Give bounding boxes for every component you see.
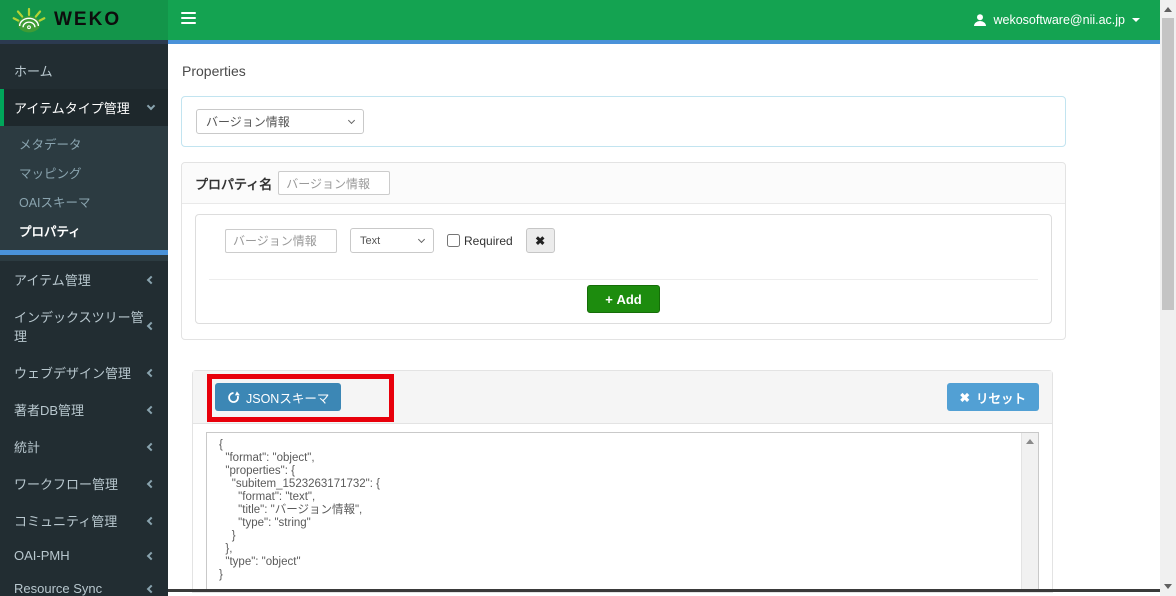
chevron-left-icon: [146, 275, 156, 284]
caret-down-icon: [1132, 18, 1140, 22]
scroll-up-arrow-icon: [1164, 7, 1172, 12]
json-schema-panel: JSONスキーマ ✖ リセット { "format": "object", "p…: [192, 370, 1053, 593]
sidebar-item-resource-sync[interactable]: Resource Sync: [0, 572, 168, 596]
brand-title: WEKO: [54, 9, 122, 30]
attribute-box: Text Required ✖ + Add: [195, 214, 1052, 324]
reset-button-label: リセット: [975, 391, 1026, 406]
header-divider-left: [0, 40, 168, 44]
sidebar-nav: ホーム アイテムタイプ管理 メタデータ マッピング OAIスキーマ プロパティ …: [0, 44, 168, 596]
active-indicator-bar: [0, 250, 168, 255]
editor-scrollbar[interactable]: [1021, 433, 1038, 591]
chevron-left-icon: [146, 321, 156, 331]
sidebar-item-workflow-admin[interactable]: ワークフロー管理: [0, 465, 168, 502]
add-button[interactable]: + Add: [587, 285, 660, 313]
user-icon: [973, 14, 986, 26]
required-checkbox[interactable]: [447, 234, 460, 247]
add-button-label: Add: [616, 292, 642, 307]
sidebar-item-statistics[interactable]: 統計: [0, 428, 168, 465]
required-label: Required: [464, 233, 513, 248]
chevron-left-icon: [146, 368, 156, 377]
sidebar-item-oai-pmh[interactable]: OAI-PMH: [0, 539, 168, 572]
sidebar-item-community-admin[interactable]: コミュニティ管理: [0, 502, 168, 539]
user-menu[interactable]: wekosoftware@nii.ac.jp: [973, 0, 1140, 40]
item-type-select[interactable]: バージョン情報: [196, 109, 364, 134]
attribute-name-input[interactable]: [225, 228, 337, 253]
json-schema-panel-header: JSONスキーマ ✖ リセット: [193, 371, 1052, 424]
chevron-left-icon: [146, 442, 156, 451]
add-row: + Add: [209, 280, 1038, 313]
x-icon: ✖: [959, 390, 970, 405]
json-schema-button-label: JSONスキーマ: [246, 391, 330, 406]
sidebar-item-authordb-admin[interactable]: 著者DB管理: [0, 391, 168, 428]
sidebar-item-itemtype-admin[interactable]: アイテムタイプ管理: [0, 89, 168, 126]
sidebar-subitem-mapping[interactable]: マッピング: [0, 158, 168, 187]
property-panel: プロパティ名 Text Required ✖: [181, 162, 1066, 340]
json-schema-panel-body: { "format": "object", "properties": { "s…: [193, 424, 1052, 592]
property-name-label: プロパティ名: [195, 176, 273, 192]
hamburger-menu-icon[interactable]: [181, 12, 196, 27]
item-type-panel: バージョン情報: [181, 96, 1066, 147]
page-scrollbar[interactable]: [1160, 0, 1176, 596]
item-type-select-value: バージョン情報: [206, 115, 290, 129]
chevron-down-icon: [347, 116, 356, 124]
header-divider-right: [168, 40, 1160, 44]
attribute-type-value: Text: [360, 234, 381, 247]
brand-logo[interactable]: WEKO: [0, 0, 168, 40]
sidebar-item-item-admin[interactable]: アイテム管理: [0, 261, 168, 298]
sidebar-subitem-oai-schema[interactable]: OAIスキーマ: [0, 187, 168, 216]
sidebar-item-webdesign-admin[interactable]: ウェブデザイン管理: [0, 354, 168, 391]
attribute-row: Text Required ✖: [209, 228, 1038, 253]
sidebar-subitem-metadata[interactable]: メタデータ: [0, 129, 168, 158]
required-option: Required: [447, 234, 513, 248]
chevron-left-icon: [146, 405, 156, 414]
sidebar-subitem-property[interactable]: プロパティ: [0, 216, 168, 245]
attribute-type-select[interactable]: Text: [350, 228, 434, 253]
chevron-left-icon: [146, 584, 156, 593]
reset-button[interactable]: ✖ リセット: [946, 383, 1039, 411]
plus-icon: +: [605, 292, 613, 307]
scrollbar-thumb[interactable]: [1162, 18, 1174, 310]
sidebar-item-indextree-admin[interactable]: インデックスツリー管理: [0, 298, 168, 354]
json-code-text: { "format": "object", "properties": { "s…: [219, 439, 380, 581]
property-name-input[interactable]: [278, 171, 391, 195]
chevron-left-icon: [146, 516, 156, 525]
chevron-left-icon: [146, 479, 156, 488]
main-content: Properties バージョン情報 プロパティ名 Text: [168, 44, 1160, 596]
chevron-down-icon: [417, 235, 426, 243]
chevron-left-icon: [146, 551, 156, 560]
property-panel-body: Text Required ✖ + Add: [182, 204, 1065, 339]
scroll-up-arrow-icon: [1026, 439, 1034, 444]
chevron-down-icon: [146, 101, 156, 111]
user-email: wekosoftware@nii.ac.jp: [993, 13, 1126, 27]
bottom-edge: [168, 589, 1176, 592]
property-panel-header: プロパティ名: [182, 163, 1065, 204]
remove-attribute-button[interactable]: ✖: [525, 228, 555, 253]
json-code-editor[interactable]: { "format": "object", "properties": { "s…: [206, 432, 1039, 592]
refresh-icon: [228, 390, 240, 403]
page-title: Properties: [182, 63, 246, 79]
top-bar: WEKO wekosoftware@nii.ac.jp: [0, 0, 1160, 40]
scroll-down-arrow-icon: [1164, 584, 1172, 589]
weko-logo-icon: [12, 7, 46, 33]
sidebar-submenu: メタデータ マッピング OAIスキーマ プロパティ: [0, 126, 168, 261]
navbar: wekosoftware@nii.ac.jp: [168, 0, 1160, 40]
sidebar-item-home[interactable]: ホーム: [0, 52, 168, 89]
json-schema-button[interactable]: JSONスキーマ: [215, 383, 342, 411]
